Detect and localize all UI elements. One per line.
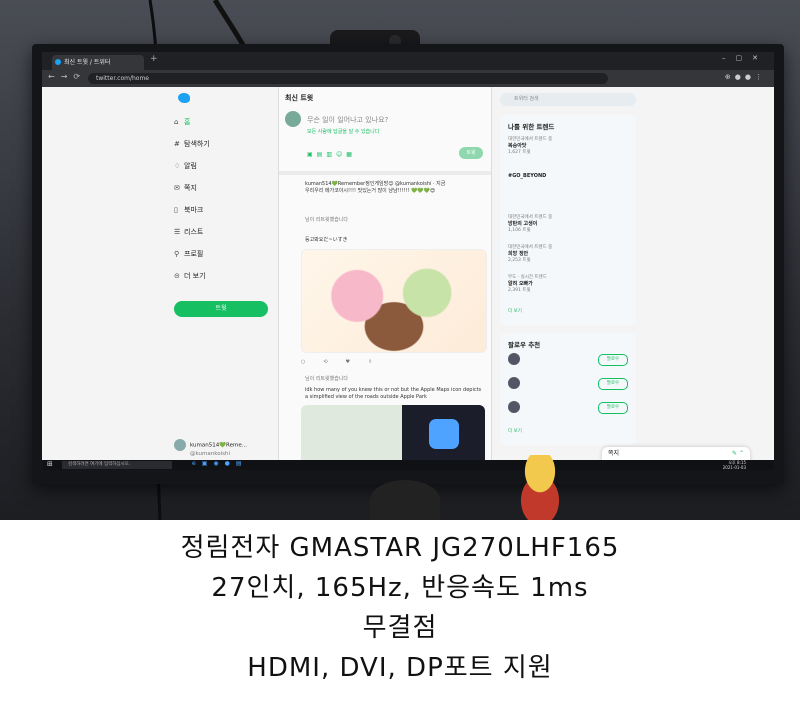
account-switcher[interactable]: kuman514💚Reme... @kumankoishi (174, 439, 247, 457)
divider (279, 171, 491, 175)
maps-icon (429, 419, 459, 449)
twitter-icon (55, 59, 61, 65)
search-input[interactable]: 트위터 검색 (500, 93, 636, 106)
avatar (508, 401, 520, 413)
nav-home[interactable]: ⌂ 홈 (174, 117, 190, 127)
new-tab-icon[interactable]: + (150, 54, 158, 64)
hashtag-icon: # (174, 140, 180, 148)
follow-title: 팔로우 추천 (508, 341, 541, 349)
windows-taskbar: ⊞ 검색하려면 여기에 입력하십시오. e▣◉●▤ 오후 8:15 2021-01… (42, 460, 774, 470)
anime-figurine (505, 455, 575, 520)
trend-item[interactable]: 대한민국에서 트렌드 중 희망 정안 2,253 트윗 (508, 245, 552, 264)
window-controls-icon[interactable]: –▢✕ (722, 54, 768, 62)
retweet-note: 님이 리트윗했습니다 (305, 376, 348, 382)
illustration-image[interactable] (301, 249, 487, 353)
reply-setting[interactable]: 모든 사람에 답글을 달 수 있습니다 (307, 128, 379, 135)
trend-item[interactable]: 무도 · 실시간 트렌드 알려 오빠가 2,391 트윗 (508, 275, 547, 294)
avatar (174, 439, 186, 451)
browser-tab[interactable]: 최신 트윗 / 트위터 (52, 55, 144, 70)
nav-more[interactable]: ⊝ 더 보기 (174, 271, 206, 281)
nav-explore[interactable]: # 탐색하기 (174, 139, 210, 149)
bookmark-icon: ▯ (174, 206, 178, 214)
caption-quality: 무결점 (362, 613, 438, 643)
twitter-page: ⌂ 홈 # 탐색하기 ♢ 알림 ✉ 쪽지 ▯ 북마크 ☰ 리스트 ⚲ 프로필 ⊝ 더 보기 트윗… (42, 87, 774, 465)
bell-icon: ♢ (174, 162, 181, 170)
windows-start-icon[interactable]: ⊞ (47, 460, 53, 468)
trends-panel: 나를 위한 트렌드 대한민국에서 트렌드 중 복숭아맛 1,627 트윗 #GO_B… (500, 115, 636, 325)
trend-item[interactable]: 대한민국에서 트렌드 중 복숭아맛 1,627 트윗 (508, 137, 552, 156)
follow-button[interactable]: 팔로우 (598, 378, 628, 390)
home-icon: ⌂ (174, 118, 179, 126)
avatar (508, 353, 520, 365)
post-text: idk how many of you knew this or not but… (305, 387, 482, 400)
address-bar: ←→⟳ twitter.com/home ⊕●●⋮ (42, 70, 774, 87)
monitor: 최신 트윗 / 트위터 + –▢✕ ←→⟳ twitter.com/home ⊕… (32, 44, 784, 484)
compose-message-icon[interactable]: ✎ ⌃ (732, 447, 744, 461)
caption-block: 정림전자 GMASTAR JG270LHF165 27인치, 165Hz, 반응… (0, 528, 800, 688)
screen: 최신 트윗 / 트위터 + –▢✕ ←→⟳ twitter.com/home ⊕… (42, 52, 774, 470)
mail-icon: ✉ (174, 184, 180, 192)
nav-bookmarks[interactable]: ▯ 북마크 (174, 205, 203, 215)
nav-messages[interactable]: ✉ 쪽지 (174, 183, 197, 193)
retweet-note: 님이 리트윗했습니다 (305, 217, 348, 223)
follow-suggestion: 팔로우 (508, 401, 628, 415)
messages-drawer[interactable]: 쪽지 ✎ ⌃ (602, 447, 750, 461)
trend-item[interactable]: 대한민국에서 트렌드 중 방탄의 고생이 1,106 트윗 (508, 215, 552, 234)
follow-button[interactable]: 팔로우 (598, 402, 628, 414)
post-text: 등고봐요だ~いすき (305, 237, 348, 243)
nav-notifications[interactable]: ♢ 알림 (174, 161, 197, 171)
caption-model: 정림전자 GMASTAR JG270LHF165 (180, 533, 620, 563)
nav-profile[interactable]: ⚲ 프로필 (174, 249, 203, 259)
avatar (285, 111, 301, 127)
user-icon: ⚲ (174, 250, 180, 258)
compose-box: 무슨 일이 일어나고 있나요? 모든 사람에 답글을 달 수 있습니다 ▣▤▥☺… (285, 111, 483, 163)
monitor-stand (370, 480, 440, 520)
follow-button[interactable]: 팔로우 (598, 354, 628, 366)
post-author[interactable]: kuman514💚Remember정인게임방😊 @kumankoishi · 지… (305, 181, 485, 188)
page-title: 최신 트윗 (285, 94, 314, 102)
tweet-button[interactable]: 트윗 (174, 301, 268, 317)
trends-title: 나를 위한 트렌드 (508, 123, 555, 131)
media-icons[interactable]: ▣▤▥☺▦ (307, 151, 356, 158)
back-forward-reload-icon[interactable]: ←→⟳ (48, 72, 86, 81)
follow-suggestion: 팔로우 (508, 353, 628, 367)
caption-specs: 27인치, 165Hz, 반응속도 1ms (211, 573, 589, 603)
monitor-photo: 최신 트윗 / 트위터 + –▢✕ ←→⟳ twitter.com/home ⊕… (0, 0, 800, 520)
url-field[interactable]: twitter.com/home (88, 73, 608, 84)
follow-panel: 팔로우 추천 팔로우 팔로우 팔로우 더 보기 (500, 333, 636, 445)
caption-ports: HDMI, DVI, DP포트 지원 (247, 653, 553, 683)
taskbar-apps-icon[interactable]: e▣◉●▤ (192, 460, 248, 467)
more-icon: ⊝ (174, 272, 180, 280)
avatar (508, 377, 520, 389)
nav-lists[interactable]: ☰ 리스트 (174, 227, 203, 237)
taskbar-clock: 오후 8:15 2021-01-03 (722, 460, 746, 470)
tweet-actions-icon[interactable]: ○⟲♥⇪ (301, 359, 390, 366)
taskbar-search[interactable]: 검색하려면 여기에 입력하십시오. (62, 461, 172, 469)
browser-tabbar: 최신 트윗 / 트위터 + –▢✕ (42, 52, 774, 70)
timeline: 최신 트윗 무슨 일이 일어나고 있나요? 모든 사람에 답글을 달 수 있습니… (278, 87, 492, 465)
trends-more-link[interactable]: 더 보기 (508, 309, 522, 315)
apple-maps-image[interactable] (301, 405, 485, 465)
twitter-logo-icon[interactable] (178, 93, 190, 103)
follow-suggestion: 팔로우 (508, 377, 628, 391)
trend-item[interactable]: #GO_BEYOND (508, 173, 546, 180)
list-icon: ☰ (174, 228, 181, 236)
compose-input[interactable]: 무슨 일이 일어나고 있나요? (307, 115, 388, 125)
compose-tweet-button[interactable]: 트윗 (459, 147, 483, 159)
post-text: 우리우리 메가코이시!!!! 맛있는거 많이 냠냠!!!!!! 💚💚💚😍 (305, 188, 436, 194)
extensions-icon[interactable]: ⊕●●⋮ (725, 73, 766, 81)
follow-more-link[interactable]: 더 보기 (508, 429, 522, 435)
